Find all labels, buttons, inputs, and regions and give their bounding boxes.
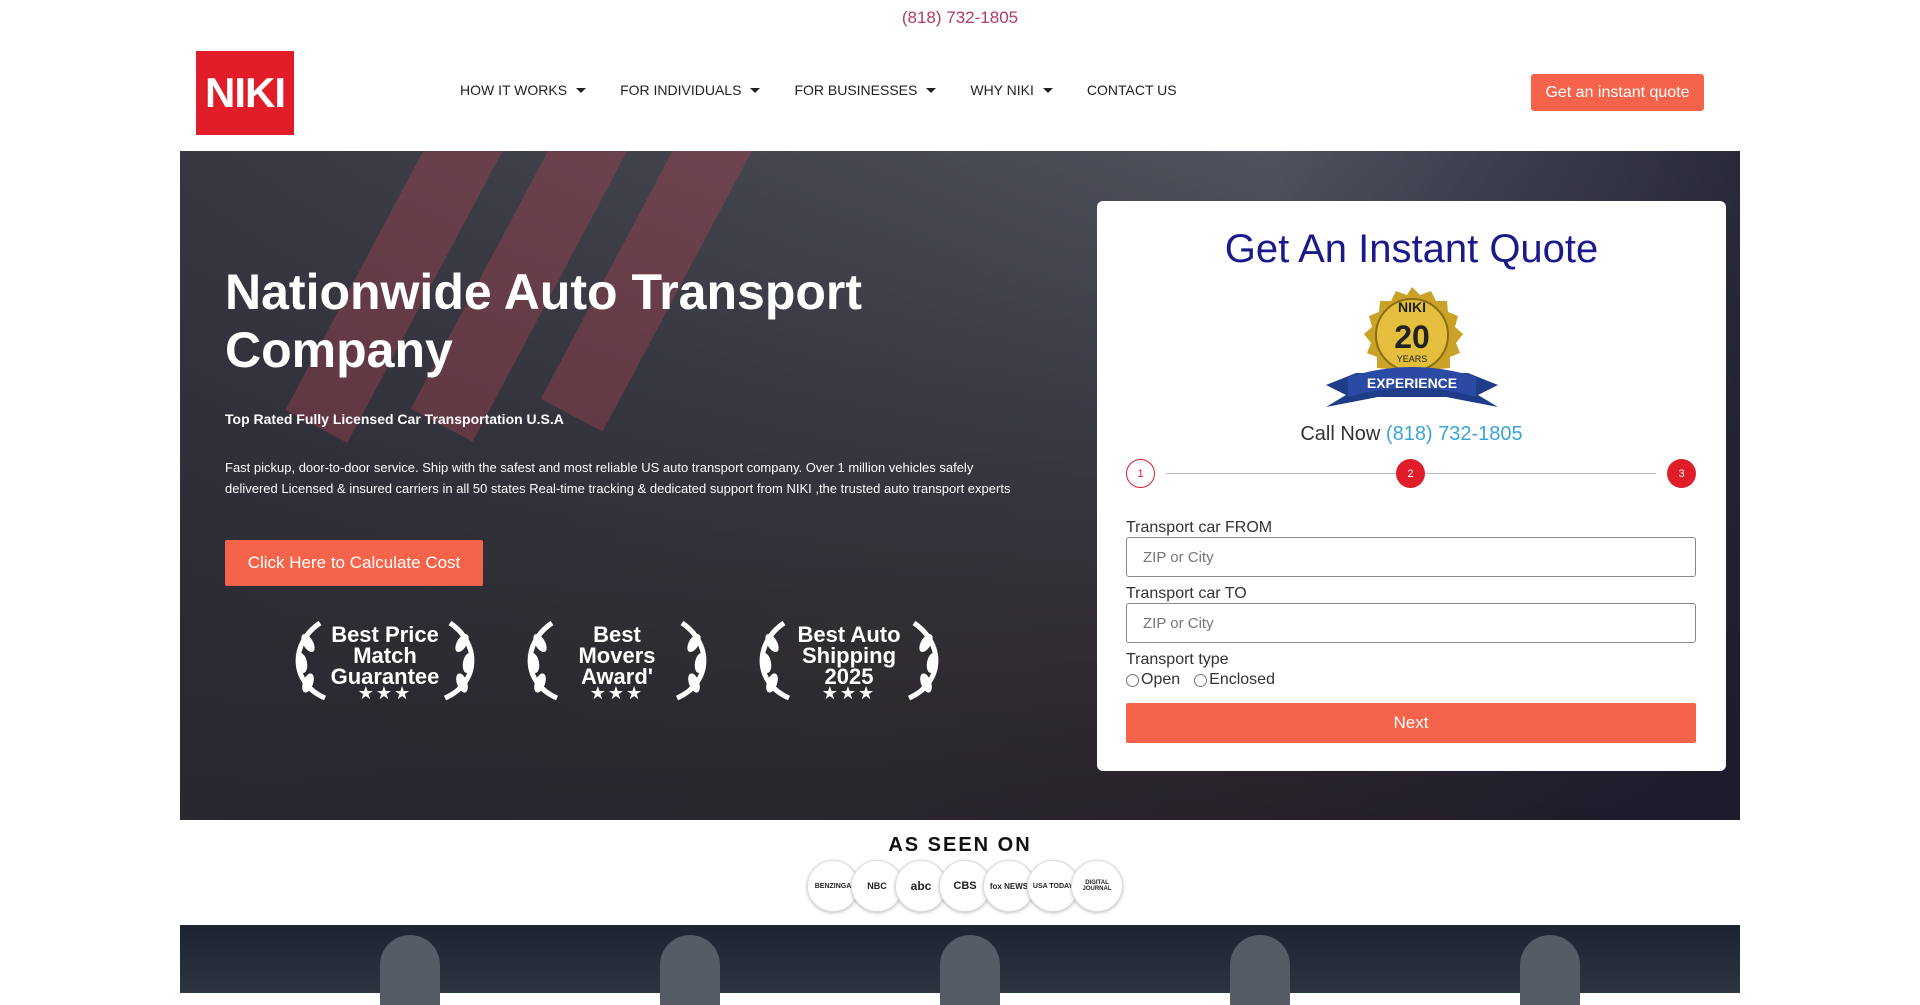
nav-label: WHY NIKI <box>970 82 1034 98</box>
transport-type-label: Transport type <box>1126 651 1229 668</box>
caret-down-icon <box>576 87 587 93</box>
step-connector <box>1166 473 1396 474</box>
step-3: 3 <box>1667 459 1696 488</box>
as-seen-on-heading: AS SEEN ON <box>888 834 1032 856</box>
enclosed-label: Enclosed <box>1209 671 1275 688</box>
call-now-label: Call Now <box>1300 423 1381 445</box>
nav-for-individuals[interactable]: FOR INDIVIDUALS <box>620 82 761 98</box>
award-stars: ★★★ <box>589 683 645 703</box>
hero-subtitle: Top Rated Fully Licensed Car Transportat… <box>225 411 564 427</box>
open-option[interactable]: Open <box>1126 671 1180 689</box>
get-instant-quote-button[interactable]: Get an instant quote <box>1531 74 1704 111</box>
open-radio[interactable] <box>1126 673 1139 687</box>
media-logos: BENZINGA NBC abc CBS fox NEWS USA TODAY … <box>807 860 1123 912</box>
seal-ribbon-text: EXPERIENCE <box>1367 375 1457 391</box>
award-badge: Best Price Match Guarantee ★★★ <box>280 613 490 708</box>
caret-down-icon <box>1042 87 1053 93</box>
to-label: Transport car TO <box>1126 585 1247 602</box>
call-now-phone-link[interactable]: (818) 732-1805 <box>1386 423 1523 445</box>
person-silhouette <box>940 935 1000 1005</box>
award-text: Best Movers Award' <box>578 622 656 689</box>
person-silhouette <box>1520 935 1580 1005</box>
caret-down-icon <box>750 87 761 93</box>
step-connector <box>1426 473 1656 474</box>
nav-how-it-works[interactable]: HOW IT WORKS <box>460 82 587 98</box>
person-silhouette <box>660 935 720 1005</box>
hero-description: Fast pickup, door-to-door service. Ship … <box>225 460 1011 496</box>
main-nav: HOW IT WORKS FOR INDIVIDUALS FOR BUSINES… <box>460 82 1211 98</box>
top-bar: (818) 732-1805 <box>0 0 1920 36</box>
nav-label: HOW IT WORKS <box>460 82 568 98</box>
caret-down-icon <box>926 87 937 93</box>
open-label: Open <box>1141 671 1181 688</box>
calculate-cost-button[interactable]: Click Here to Calculate Cost <box>225 540 483 586</box>
next-button[interactable]: Next <box>1126 703 1696 743</box>
nav-for-businesses[interactable]: FOR BUSINESSES <box>794 82 937 98</box>
award-badge: Best Auto Shipping 2025 ★★★ <box>744 613 954 708</box>
team-photo-section <box>180 925 1740 1005</box>
nav-label: FOR INDIVIDUALS <box>620 82 742 98</box>
from-label: Transport car FROM <box>1126 519 1273 536</box>
awards-row: Best Price Match Guarantee ★★★ Best Move… <box>280 613 954 708</box>
nav-label: FOR BUSINESSES <box>794 82 918 98</box>
seal-top-text: NIKI <box>1398 299 1426 315</box>
award-text: Best Price Match Guarantee <box>330 622 440 689</box>
person-silhouette <box>380 935 440 1005</box>
nav-contact-us[interactable]: CONTACT US <box>1087 82 1177 98</box>
top-phone-link[interactable]: (818) 732-1805 <box>902 8 1018 28</box>
transport-to-input[interactable] <box>1126 603 1696 643</box>
digital-journal-logo: DIGITAL JOURNAL <box>1071 860 1123 912</box>
award-badge: Best Movers Award' ★★★ <box>512 613 722 708</box>
20-years-experience-seal-icon: NIKI 20 YEARS EXPERIENCE <box>1326 287 1498 407</box>
award-stars: ★★★ <box>821 683 877 703</box>
form-step-indicator: 1 2 3 <box>1126 459 1696 489</box>
transport-type-options: Open Enclosed <box>1126 671 1285 689</box>
enclosed-radio[interactable] <box>1194 673 1208 687</box>
award-text: Best Auto Shipping 2025 <box>797 622 901 689</box>
hero-section: Nationwide Auto Transport Company Top Ra… <box>180 151 1740 820</box>
transport-from-input[interactable] <box>1126 537 1696 577</box>
award-stars: ★★★ <box>357 683 413 703</box>
hero-title: Nationwide Auto Transport Company <box>225 264 863 378</box>
nav-label: CONTACT US <box>1086 82 1177 98</box>
nav-why-niki[interactable]: WHY NIKI <box>970 82 1053 98</box>
person-silhouette <box>1230 935 1290 1005</box>
enclosed-option[interactable]: Enclosed <box>1194 671 1275 689</box>
step-1: 1 <box>1126 459 1155 488</box>
niki-logo[interactable]: NIKI <box>196 51 294 135</box>
seal-years: YEARS <box>1397 354 1428 364</box>
quote-form-card: Get An Instant Quote NIKI 20 YEARS EXPER… <box>1097 201 1726 771</box>
call-now: Call Now (818) 732-1805 <box>1097 423 1726 446</box>
seal-number: 20 <box>1394 319 1430 355</box>
step-2: 2 <box>1396 459 1425 488</box>
quote-title: Get An Instant Quote <box>1224 227 1599 271</box>
